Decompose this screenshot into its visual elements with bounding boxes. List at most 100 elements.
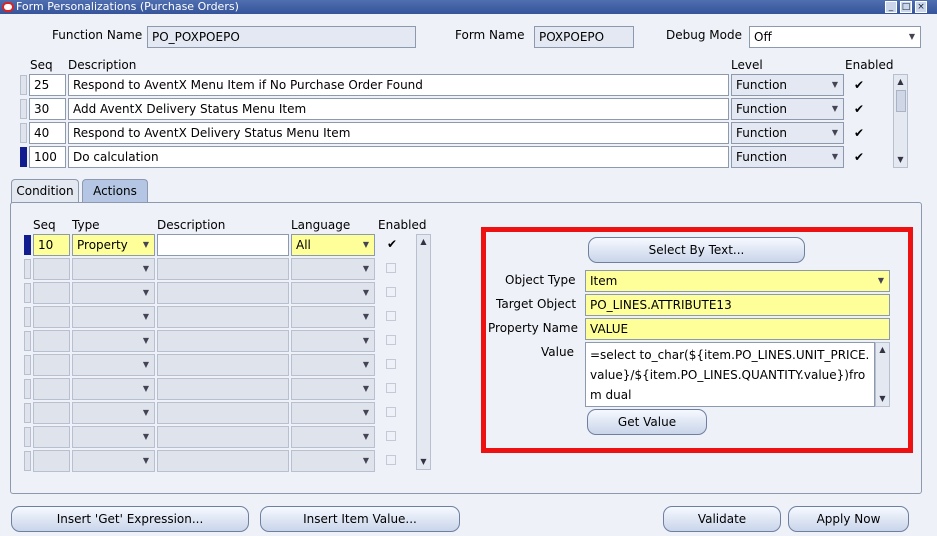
rule-level-select[interactable]: Function ▼ <box>731 74 844 96</box>
action-seq-field[interactable] <box>33 378 70 400</box>
rule-enabled-checkbox[interactable]: ✔ <box>853 103 865 115</box>
actions-scrollbar[interactable]: ▲ ▼ <box>416 234 431 470</box>
record-indicator[interactable] <box>20 123 27 143</box>
scroll-up-icon[interactable]: ▲ <box>417 235 430 249</box>
action-language-select[interactable]: ▼ <box>291 306 375 328</box>
current-record-indicator[interactable] <box>24 235 31 255</box>
rule-seq-field[interactable]: 25 <box>29 74 66 96</box>
action-seq-field[interactable] <box>33 402 70 424</box>
action-language-select[interactable]: ▼ <box>291 282 375 304</box>
rule-level-select[interactable]: Function ▼ <box>731 146 844 168</box>
action-description-field[interactable] <box>157 306 289 328</box>
get-value-button[interactable]: Get Value <box>587 409 707 435</box>
action-language-select[interactable]: ▼ <box>291 378 375 400</box>
debug-mode-select[interactable]: Off ▼ <box>749 26 921 48</box>
rule-seq-field[interactable]: 100 <box>29 146 66 168</box>
form-name-field[interactable]: POXPOEPO <box>534 26 634 48</box>
scroll-down-icon[interactable]: ▼ <box>876 392 889 406</box>
function-name-field[interactable]: PO_POXPOEPO <box>147 26 416 48</box>
action-seq-field[interactable] <box>33 258 70 280</box>
scroll-down-icon[interactable]: ▼ <box>894 153 907 167</box>
record-indicator[interactable] <box>24 427 31 447</box>
scroll-up-icon[interactable]: ▲ <box>876 343 889 357</box>
scroll-thumb[interactable] <box>896 90 906 112</box>
record-indicator[interactable] <box>24 259 31 279</box>
rule-seq-field[interactable]: 40 <box>29 122 66 144</box>
action-language-select[interactable]: ▼ <box>291 426 375 448</box>
action-seq-field[interactable] <box>33 306 70 328</box>
action-type-select[interactable]: ▼ <box>72 330 155 352</box>
action-type-select[interactable]: Property ▼ <box>72 234 155 256</box>
action-enabled-checkbox[interactable] <box>386 383 396 393</box>
action-enabled-checkbox[interactable] <box>386 287 396 297</box>
record-indicator[interactable] <box>24 379 31 399</box>
action-seq-field[interactable] <box>33 354 70 376</box>
record-indicator[interactable] <box>24 403 31 423</box>
tab-condition[interactable]: Condition <box>11 179 79 203</box>
action-language-select[interactable]: All ▼ <box>291 234 375 256</box>
action-type-select[interactable]: ▼ <box>72 402 155 424</box>
action-language-select[interactable]: ▼ <box>291 354 375 376</box>
action-type-select[interactable]: ▼ <box>72 282 155 304</box>
rule-description-field[interactable]: Respond to AventX Menu Item if No Purcha… <box>68 74 729 96</box>
scroll-down-icon[interactable]: ▼ <box>417 455 430 469</box>
action-description-field[interactable] <box>157 450 289 472</box>
maximize-icon[interactable]: □ <box>900 1 912 13</box>
rule-level-select[interactable]: Function ▼ <box>731 98 844 120</box>
action-language-select[interactable]: ▼ <box>291 450 375 472</box>
action-seq-field[interactable] <box>33 330 70 352</box>
select-by-text-button[interactable]: Select By Text... <box>588 237 805 263</box>
insert-item-value-button[interactable]: Insert Item Value... <box>260 506 460 532</box>
record-indicator[interactable] <box>24 451 31 471</box>
action-description-field[interactable] <box>157 354 289 376</box>
insert-get-expression-button[interactable]: Insert 'Get' Expression... <box>11 506 249 532</box>
minimize-icon[interactable]: _ <box>885 1 897 13</box>
action-seq-field[interactable] <box>33 426 70 448</box>
tab-actions[interactable]: Actions <box>82 179 148 203</box>
action-type-select[interactable]: ▼ <box>72 450 155 472</box>
action-type-select[interactable]: ▼ <box>72 258 155 280</box>
action-description-field[interactable] <box>157 330 289 352</box>
record-indicator[interactable] <box>24 355 31 375</box>
action-type-select[interactable]: ▼ <box>72 426 155 448</box>
action-description-field[interactable] <box>157 234 289 256</box>
rule-enabled-checkbox[interactable]: ✔ <box>853 127 865 139</box>
object-type-select[interactable]: Item ▼ <box>585 270 890 292</box>
target-object-field[interactable]: PO_LINES.ATTRIBUTE13 <box>585 294 890 316</box>
record-indicator[interactable] <box>24 307 31 327</box>
property-name-field[interactable]: VALUE <box>585 318 890 340</box>
rule-description-field[interactable]: Respond to AventX Delivery Status Menu I… <box>68 122 729 144</box>
record-indicator[interactable] <box>20 75 27 95</box>
action-enabled-checkbox[interactable] <box>386 335 396 345</box>
rule-description-field[interactable]: Do calculation <box>68 146 729 168</box>
action-type-select[interactable]: ▼ <box>72 306 155 328</box>
action-seq-field[interactable] <box>33 282 70 304</box>
action-enabled-checkbox[interactable] <box>386 311 396 321</box>
action-description-field[interactable] <box>157 426 289 448</box>
rule-level-select[interactable]: Function ▼ <box>731 122 844 144</box>
action-description-field[interactable] <box>157 402 289 424</box>
action-type-select[interactable]: ▼ <box>72 354 155 376</box>
action-enabled-checkbox[interactable] <box>386 455 396 465</box>
action-enabled-checkbox[interactable] <box>386 407 396 417</box>
rule-enabled-checkbox[interactable]: ✔ <box>853 151 865 163</box>
action-description-field[interactable] <box>157 282 289 304</box>
record-indicator[interactable] <box>24 331 31 351</box>
action-language-select[interactable]: ▼ <box>291 402 375 424</box>
action-type-select[interactable]: ▼ <box>72 378 155 400</box>
action-enabled-checkbox[interactable] <box>386 359 396 369</box>
record-indicator[interactable] <box>24 283 31 303</box>
scroll-up-icon[interactable]: ▲ <box>894 75 907 89</box>
action-enabled-checkbox[interactable]: ✔ <box>386 238 398 250</box>
value-textarea[interactable]: =select to_char(${item.PO_LINES.UNIT_PRI… <box>585 342 875 407</box>
action-description-field[interactable] <box>157 378 289 400</box>
action-language-select[interactable]: ▼ <box>291 258 375 280</box>
action-seq-field[interactable]: 10 <box>33 234 70 256</box>
apply-now-button[interactable]: Apply Now <box>788 506 909 532</box>
current-record-indicator[interactable] <box>20 147 27 167</box>
value-scrollbar[interactable]: ▲ ▼ <box>875 342 890 407</box>
action-language-select[interactable]: ▼ <box>291 330 375 352</box>
rule-description-field[interactable]: Add AventX Delivery Status Menu Item <box>68 98 729 120</box>
rule-enabled-checkbox[interactable]: ✔ <box>853 79 865 91</box>
action-enabled-checkbox[interactable] <box>386 263 396 273</box>
